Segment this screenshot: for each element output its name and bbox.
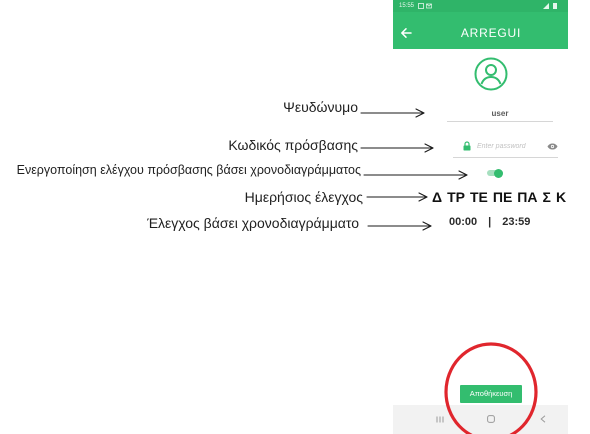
annotation-label-username: Ψευδώνυμο (283, 99, 358, 115)
phone-screen: 15:55 ARREGUI user Δ ΤΡ ΤΕ ΠΕ ΠΑ Σ Κ 00:… (393, 0, 568, 434)
day-saturday[interactable]: Σ (543, 189, 551, 205)
day-sunday[interactable]: Κ (556, 189, 566, 205)
username-field[interactable] (447, 104, 553, 122)
time-separator: | (488, 216, 492, 228)
annotated-app-screenshot: Ψευδώνυμο Κωδικός πρόσβασης Ενεργοποίηση… (0, 0, 590, 434)
annotation-label-password: Κωδικός πρόσβασης (228, 137, 358, 153)
system-nav-bar (393, 405, 568, 434)
eye-icon[interactable] (547, 143, 558, 150)
notification-icon (418, 3, 424, 9)
toggle-thumb (494, 168, 503, 178)
day-tuesday[interactable]: ΤΡ (447, 189, 465, 205)
weekday-selector: Δ ΤΡ ΤΕ ΠΕ ΠΑ Σ Κ (432, 189, 566, 205)
password-field[interactable] (453, 137, 558, 158)
day-friday[interactable]: ΠΑ (517, 189, 537, 205)
username-input[interactable] (447, 107, 553, 119)
back-arrow-icon[interactable] (400, 27, 412, 39)
message-icon (426, 3, 432, 9)
status-bar: 15:55 (393, 0, 568, 12)
start-time[interactable]: 00:00 (449, 215, 477, 229)
annotation-label-daily-control: Ημερήσιος έλεγχος (244, 189, 363, 205)
schedule-toggle-switch[interactable] (487, 168, 503, 178)
annotation-label-schedule-time: Έλεγχος βάσει χρονοδιαγράμματο (147, 215, 359, 231)
user-avatar-icon (474, 57, 508, 91)
day-thursday[interactable]: ΠΕ (493, 189, 512, 205)
lock-icon (463, 141, 471, 151)
day-monday[interactable]: Δ (432, 189, 442, 205)
save-button[interactable]: Αποθήκευση (460, 385, 522, 403)
annotation-label-schedule-toggle: Ενεργοποίηση ελέγχου πρόσβασης βάσει χρο… (16, 163, 361, 177)
schedule-time-range: 00:00 | 23:59 (449, 215, 530, 229)
recent-apps-icon[interactable] (436, 416, 444, 423)
app-bar: ARREGUI (393, 12, 568, 49)
status-time: 15:55 (399, 3, 415, 9)
signal-icon (543, 3, 549, 9)
arregui-logo: ARREGUI (460, 26, 522, 40)
day-wednesday[interactable]: ΤΕ (470, 189, 488, 205)
battery-icon (553, 3, 557, 9)
back-chevron-icon[interactable] (540, 415, 546, 423)
end-time[interactable]: 23:59 (502, 215, 530, 229)
password-input[interactable] (477, 140, 541, 153)
home-icon[interactable] (487, 415, 495, 423)
